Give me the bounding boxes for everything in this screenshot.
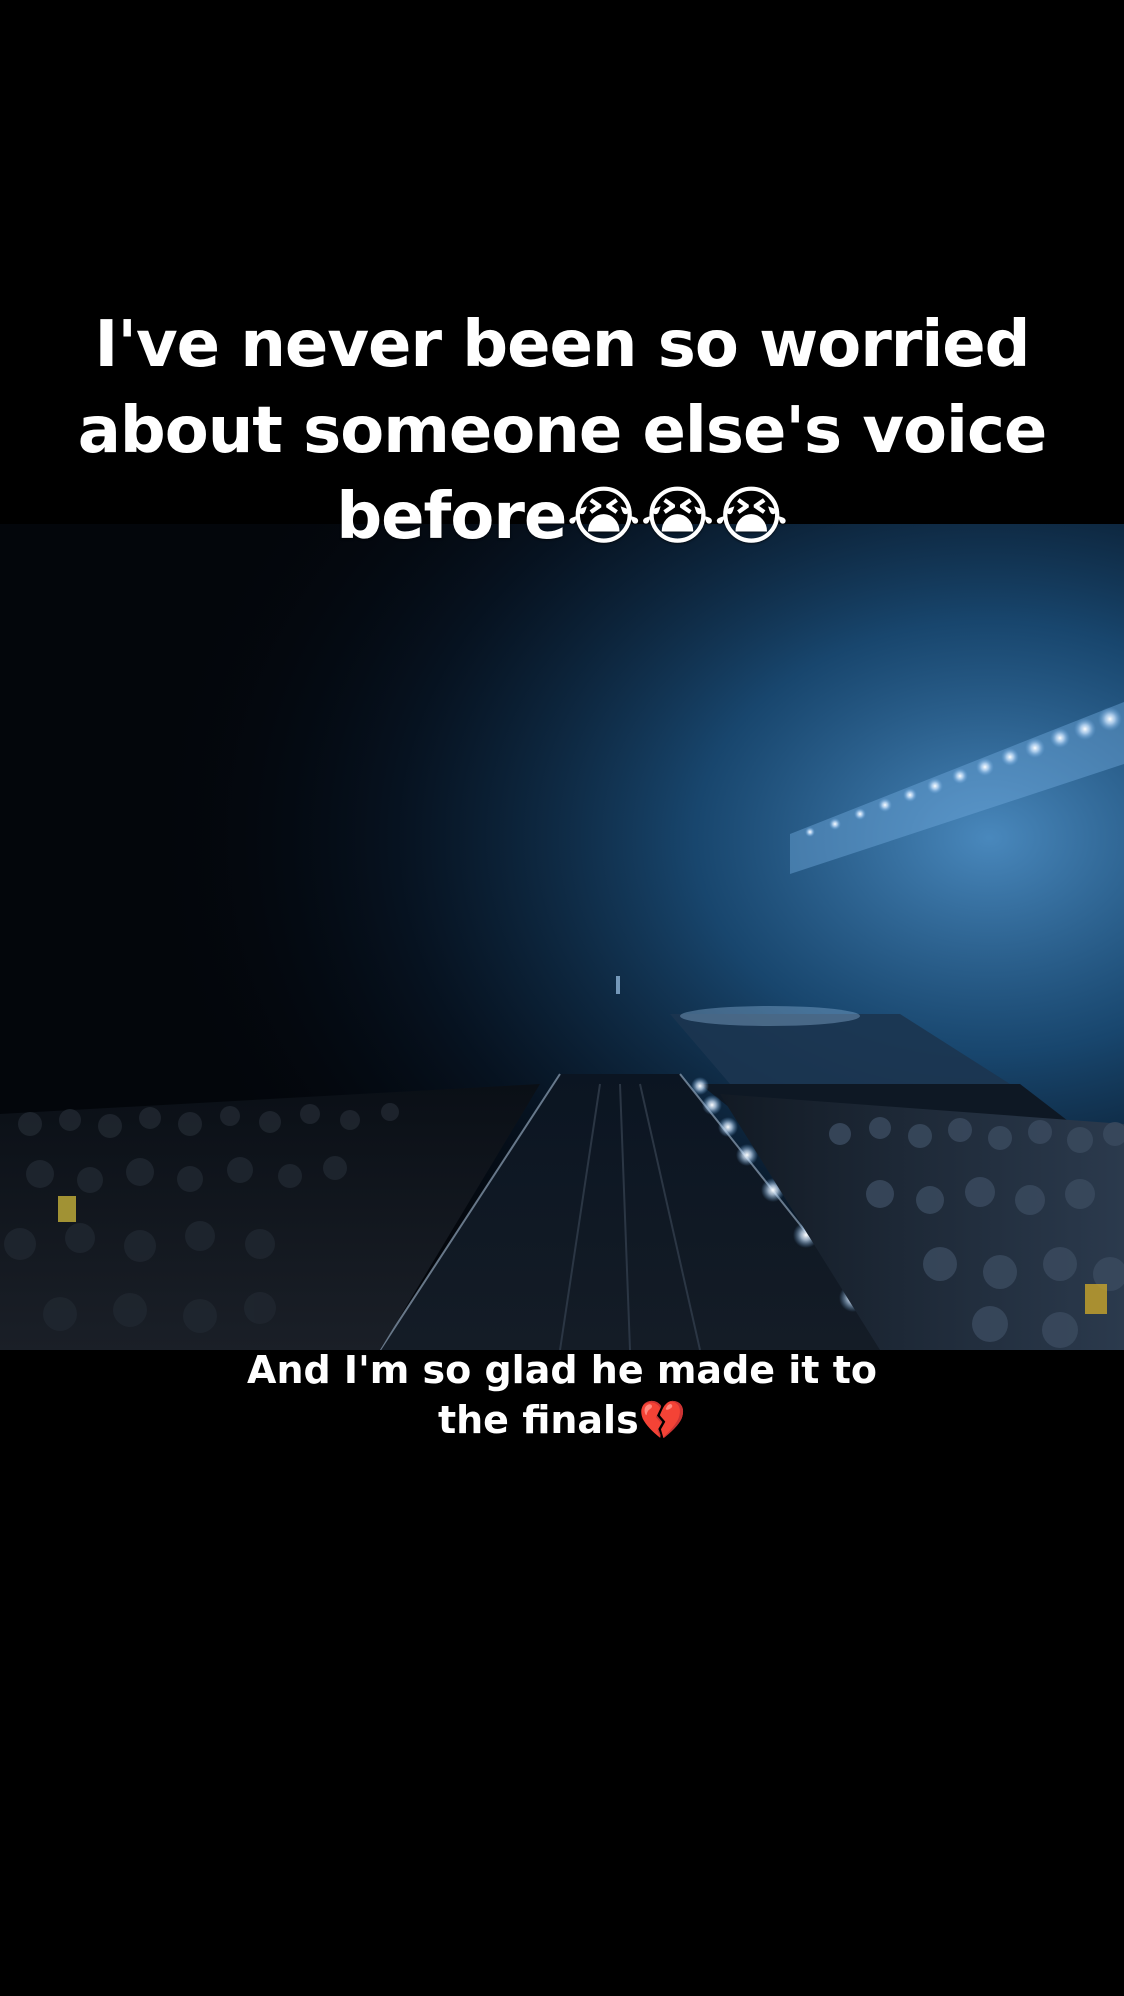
subtitle-line: And I'm so glad he made it to <box>247 1348 877 1392</box>
subtitle-line: the finals💔 <box>437 1398 687 1442</box>
video-frame: I've never been so worried about someone… <box>0 0 1124 1996</box>
top-caption-line: before😭😭😭 <box>336 480 788 554</box>
top-caption-line: I've never been so worried <box>94 308 1031 382</box>
top-caption: I've never been so worried about someone… <box>40 302 1084 560</box>
subtitle-caption: And I'm so glad he made it to the finals… <box>100 1345 1024 1445</box>
top-caption-line: about someone else's voice <box>77 394 1048 468</box>
concert-stage-image <box>0 524 1124 1350</box>
concert-video[interactable] <box>0 524 1124 1350</box>
